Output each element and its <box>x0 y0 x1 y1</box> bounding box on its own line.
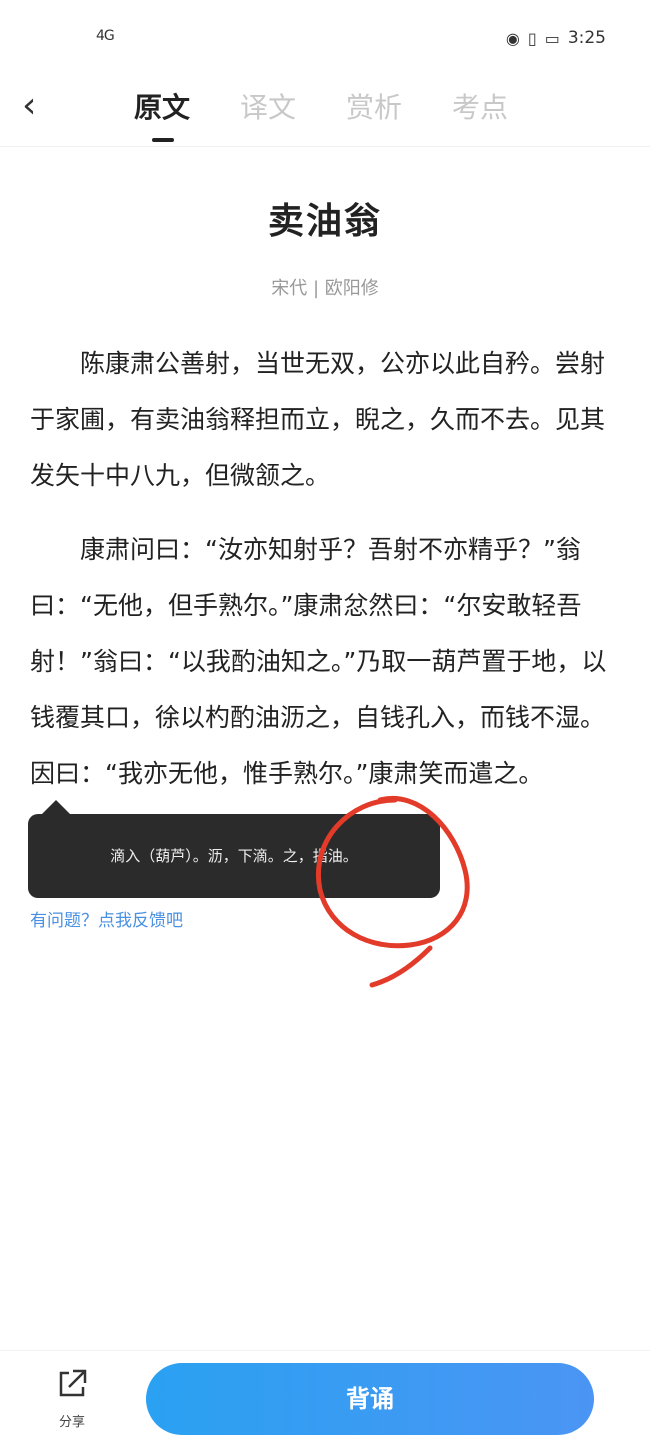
share-icon <box>59 1369 87 1397</box>
tab-bar: 原文 译文 赏析 考点 <box>134 88 508 142</box>
feedback-link[interactable]: 有问题？点我反馈吧 <box>30 906 183 931</box>
vibrate-icon: ▯ <box>527 28 537 48</box>
paragraph[interactable]: 陈康肃公善射，当世无双，公亦以此自矜。尝射于家圃，有卖油翁释担而立，睨之，久而不… <box>30 336 620 504</box>
tab-exam-points[interactable]: 考点 <box>452 88 508 128</box>
share-label: 分享 <box>58 1415 85 1430</box>
battery-icon: ▭ <box>544 28 560 48</box>
top-nav: ‹ 原文 译文 赏析 考点 <box>0 80 650 147</box>
back-icon[interactable]: ‹ <box>22 86 36 126</box>
poem-byline: 宋代 | 欧阳修 <box>271 278 379 299</box>
poem-title: 卖油翁 <box>267 201 382 242</box>
tooltip-arrow <box>42 800 70 814</box>
tab-appreciation[interactable]: 赏析 <box>346 88 402 128</box>
red-circle-annotation <box>316 796 470 988</box>
tab-translation[interactable]: 译文 <box>240 88 296 128</box>
share-button[interactable]: 分享 <box>48 1367 96 1430</box>
recite-button[interactable]: 背诵 <box>146 1363 594 1435</box>
poem-body: 陈康肃公善射，当世无双，公亦以此自矜。尝射于家圃，有卖油翁释担而立，睨之，久而不… <box>30 336 620 820</box>
bottom-bar: 分享 背诵 <box>0 1350 650 1445</box>
status-bar: 4G ◉ ▯ ▭ 3:25 <box>0 0 650 80</box>
clock: 3:25 <box>567 28 606 48</box>
tab-original[interactable]: 原文 <box>134 88 190 142</box>
status-icons: ◉ ▯ ▭ 3:25 <box>506 28 606 48</box>
paragraph[interactable]: 康肃问曰：“汝亦知射乎？吾射不亦精乎？”翁曰：“无他，但手熟尔。”康肃忿然曰：“… <box>30 522 620 802</box>
signal-indicator: 4G <box>96 28 115 44</box>
eye-icon: ◉ <box>505 28 520 48</box>
